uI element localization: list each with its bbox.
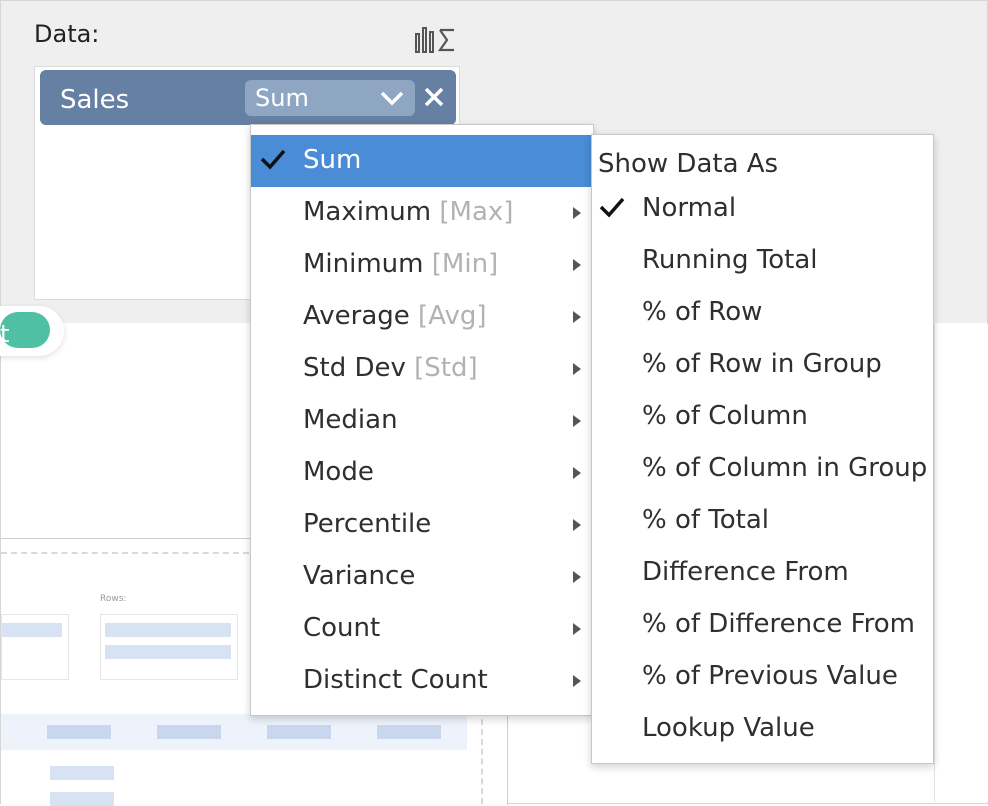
- submenu-arrow-icon: [573, 623, 581, 635]
- mini-cell: [47, 725, 111, 739]
- menu-item-lookup-value[interactable]: Lookup Value: [592, 705, 933, 757]
- menu-item-label: Average [Avg]: [303, 301, 487, 331]
- menu-item-variance[interactable]: Variance: [251, 551, 593, 603]
- mini-cell: [267, 725, 331, 739]
- right-canvas: [934, 324, 988, 802]
- menu-item-label: Running Total: [642, 245, 818, 275]
- mini-rows-card: [100, 614, 238, 680]
- menu-item-label: Std Dev [Std]: [303, 353, 478, 383]
- menu-item-pct-of-row[interactable]: % of Row: [592, 289, 933, 341]
- chevron-down-icon: [380, 91, 404, 106]
- aggregation-select[interactable]: Sum: [245, 80, 415, 116]
- menu-item-difference-from[interactable]: Difference From: [592, 549, 933, 601]
- submenu-arrow-icon: [573, 675, 581, 687]
- submenu-heading: Show Data As: [598, 149, 779, 179]
- mini-cell: [50, 766, 114, 780]
- menu-item-pct-of-row-in-group[interactable]: % of Row in Group: [592, 341, 933, 393]
- menu-item-maximum[interactable]: Maximum [Max]: [251, 187, 593, 239]
- menu-item-mode[interactable]: Mode: [251, 447, 593, 499]
- mini-cell: [157, 725, 221, 739]
- menu-item-label: % of Row: [642, 297, 763, 327]
- toggle-pill-text: t: [0, 320, 10, 348]
- field-name: Sales: [60, 85, 130, 115]
- submenu-arrow-icon: [573, 415, 581, 427]
- submenu-arrow-icon: [573, 363, 581, 375]
- mini-cell: [377, 725, 441, 739]
- check-icon: [599, 197, 625, 218]
- data-label: Data:: [34, 20, 100, 48]
- menu-item-percentile[interactable]: Percentile: [251, 499, 593, 551]
- menu-item-label: Minimum [Min]: [303, 249, 499, 279]
- menu-item-average[interactable]: Average [Avg]: [251, 291, 593, 343]
- field-pill-sales[interactable]: Sales Sum: [40, 70, 456, 125]
- menu-item-pct-of-column-in-group[interactable]: % of Column in Group: [592, 445, 933, 497]
- menu-item-label: Lookup Value: [642, 713, 815, 743]
- toggle-pill[interactable]: t: [0, 306, 64, 356]
- menu-item-pct-of-previous-value[interactable]: % of Previous Value: [592, 653, 933, 705]
- menu-item-label: % of Column in Group: [642, 453, 928, 483]
- submenu-arrow-icon: [573, 467, 581, 479]
- toggle-pill-inner: t: [0, 312, 50, 348]
- menu-item-label: Maximum [Max]: [303, 197, 514, 227]
- close-icon[interactable]: [422, 85, 446, 109]
- menu-item-label: % of Total: [642, 505, 770, 535]
- menu-item-label: Percentile: [303, 509, 432, 539]
- menu-item-label: Variance: [303, 561, 416, 591]
- menu-item-label: Difference From: [642, 557, 849, 587]
- menu-item-std-dev[interactable]: Std Dev [Std]: [251, 343, 593, 395]
- menu-item-label: Mode: [303, 457, 374, 487]
- menu-item-median[interactable]: Median: [251, 395, 593, 447]
- mini-field: [105, 623, 231, 637]
- menu-item-label: Normal: [642, 193, 737, 223]
- menu-item-label: % of Difference From: [642, 609, 916, 639]
- submenu-arrow-icon: [573, 571, 581, 583]
- menu-item-pct-of-total[interactable]: % of Total: [592, 497, 933, 549]
- bar-sigma-icon[interactable]: [414, 26, 458, 54]
- menu-item-label: % of Column: [642, 401, 808, 431]
- menu-item-minimum[interactable]: Minimum [Min]: [251, 239, 593, 291]
- menu-item-label: % of Row in Group: [642, 349, 882, 379]
- menu-item-sum[interactable]: Sum: [251, 135, 593, 187]
- menu-item-normal[interactable]: Normal: [592, 185, 933, 237]
- menu-item-pct-of-difference-from[interactable]: % of Difference From: [592, 601, 933, 653]
- menu-item-running-total[interactable]: Running Total: [592, 237, 933, 289]
- menu-item-label: % of Previous Value: [642, 661, 898, 691]
- show-data-as-menu: Show Data As Normal Running Total % of R…: [591, 134, 934, 764]
- menu-item-count[interactable]: Count: [251, 603, 593, 655]
- aggregation-menu: Sum Maximum [Max] Minimum [Min] Average …: [250, 124, 594, 716]
- submenu-arrow-icon: [573, 311, 581, 323]
- menu-item-distinct-count[interactable]: Distinct Count: [251, 655, 593, 707]
- menu-item-label: Distinct Count: [303, 665, 488, 695]
- menu-item-label: Count: [303, 613, 381, 643]
- check-icon: [260, 149, 286, 170]
- aggregation-value: Sum: [255, 84, 309, 112]
- mini-field: [105, 645, 231, 659]
- submenu-arrow-icon: [573, 259, 581, 271]
- mini-field: [2, 623, 62, 637]
- menu-item-label: Sum: [303, 145, 362, 175]
- menu-item-pct-of-column[interactable]: % of Column: [592, 393, 933, 445]
- submenu-arrow-icon: [573, 519, 581, 531]
- mini-table-header: [1, 714, 467, 750]
- menu-item-label: Median: [303, 405, 398, 435]
- mini-rows-label: Rows:: [100, 594, 127, 604]
- mini-columns-card: [1, 614, 69, 680]
- submenu-arrow-icon: [573, 207, 581, 219]
